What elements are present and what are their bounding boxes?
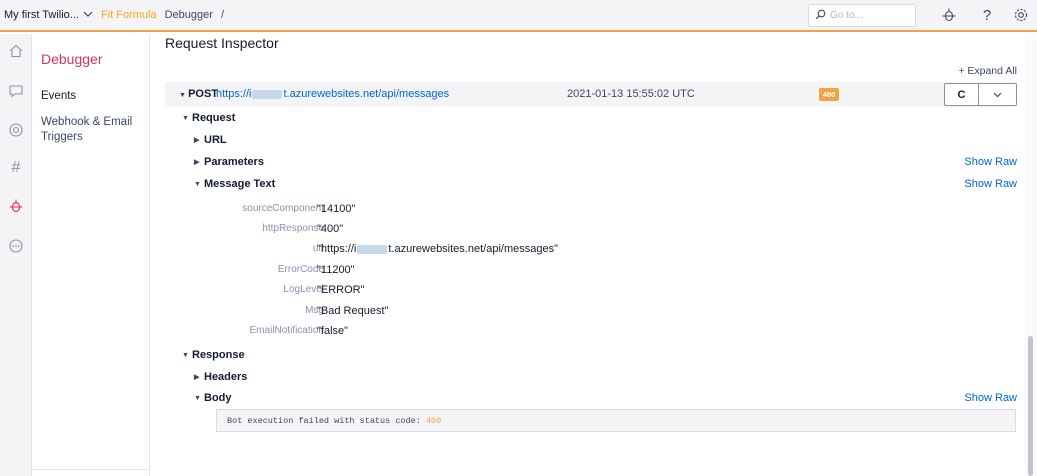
debugger-bug-icon[interactable]: [7, 197, 25, 215]
chat-icon[interactable]: [7, 82, 25, 100]
scrollbar-thumb[interactable]: [1028, 336, 1033, 476]
request-timestamp: 2021-01-13 15:55:02 UTC: [567, 88, 695, 100]
goto-input[interactable]: [830, 10, 910, 21]
more-actions-button[interactable]: [979, 84, 1016, 105]
section-response[interactable]: ▼ Response: [182, 349, 245, 361]
breadcrumb-separator: /: [220, 9, 224, 21]
caret-down-icon: ▼: [179, 92, 186, 99]
caret-right-icon: ▶: [194, 137, 200, 144]
request-inspector: Request Inspector + Expand All ▼ POST ht…: [150, 34, 1025, 476]
sidebar-item-events[interactable]: Events: [41, 89, 146, 104]
expand-all-link[interactable]: + Expand All: [958, 65, 1017, 77]
redacted-text: [357, 244, 388, 254]
section-parameters[interactable]: ▶ Parameters: [194, 156, 264, 168]
sidebar-item-webhook-email-triggers[interactable]: Webhook & Email Triggers: [41, 115, 146, 145]
field-key: EmailNotification: [249, 325, 324, 336]
field-value: "Bad Request": [317, 305, 389, 317]
field-value: "https://i t.azurewebsites.net/api/messag…: [317, 243, 558, 255]
scrollbar[interactable]: [1025, 34, 1037, 476]
field-value: "ERROR": [317, 284, 365, 296]
request-method[interactable]: ▼ POST: [179, 88, 218, 100]
section-headers[interactable]: ▶ Headers: [194, 371, 247, 383]
redacted-text: [252, 89, 283, 99]
section-body[interactable]: ▼ Body: [194, 392, 232, 404]
left-rail: #: [0, 34, 32, 476]
chevron-down-icon[interactable]: [83, 10, 93, 21]
sidebar: Debugger Events Webhook & Email Triggers: [32, 34, 150, 476]
help-icon[interactable]: ?: [978, 6, 996, 24]
hash-icon[interactable]: #: [7, 159, 25, 177]
section-message-text[interactable]: ▼ Message Text: [194, 178, 275, 190]
field-value: "false": [317, 325, 349, 337]
caret-down-icon: ▼: [182, 114, 189, 122]
caret-down-icon: ▼: [194, 394, 201, 402]
top-bar: My first Twilio... Fit Formula Debugger …: [0, 0, 1037, 32]
section-request[interactable]: ▼ Request: [182, 112, 235, 124]
breadcrumb: My first Twilio... Fit Formula Debugger …: [4, 0, 224, 30]
field-value: "11200": [317, 264, 355, 276]
field-value: "14100": [317, 203, 356, 215]
caret-down-icon: ▼: [182, 351, 189, 359]
request-url[interactable]: https://i t.azurewebsites.net/api/message…: [216, 88, 449, 100]
request-actions: C: [944, 83, 1017, 106]
response-body: Bot execution failed with status code: 4…: [216, 409, 1016, 432]
show-raw-message-text-link[interactable]: Show Raw: [964, 178, 1017, 190]
caret-down-icon: ▼: [194, 180, 201, 188]
support-icon[interactable]: [7, 121, 25, 139]
sidebar-divider: [32, 469, 149, 470]
refresh-button[interactable]: C: [945, 84, 979, 105]
section-url[interactable]: ▶ URL: [194, 134, 227, 146]
show-raw-parameters-link[interactable]: Show Raw: [964, 156, 1017, 168]
project-link[interactable]: Fit Formula: [101, 9, 157, 21]
settings-gear-icon[interactable]: [1012, 6, 1030, 24]
breadcrumb-page: Debugger: [164, 9, 213, 21]
show-raw-body-link[interactable]: Show Raw: [964, 392, 1017, 404]
home-icon[interactable]: [7, 42, 25, 60]
caret-right-icon: ▶: [194, 374, 200, 381]
status-badge: 400: [819, 88, 839, 101]
sidebar-title: Debugger: [41, 51, 103, 67]
account-switcher[interactable]: My first Twilio...: [4, 9, 79, 21]
caret-right-icon: ▶: [194, 159, 200, 166]
request-row[interactable]: ▼ POST https://i t.azurewebsites.net/api/…: [165, 82, 1017, 107]
more-icon[interactable]: [7, 237, 25, 255]
field-key: httpResponse: [262, 223, 324, 234]
search-icon: [815, 9, 826, 23]
field-key: sourceComponent: [242, 203, 324, 214]
goto-search[interactable]: [808, 4, 916, 27]
page-title: Request Inspector: [165, 35, 279, 51]
field-value: "400": [317, 223, 344, 235]
debugger-bug-icon[interactable]: [940, 6, 958, 24]
